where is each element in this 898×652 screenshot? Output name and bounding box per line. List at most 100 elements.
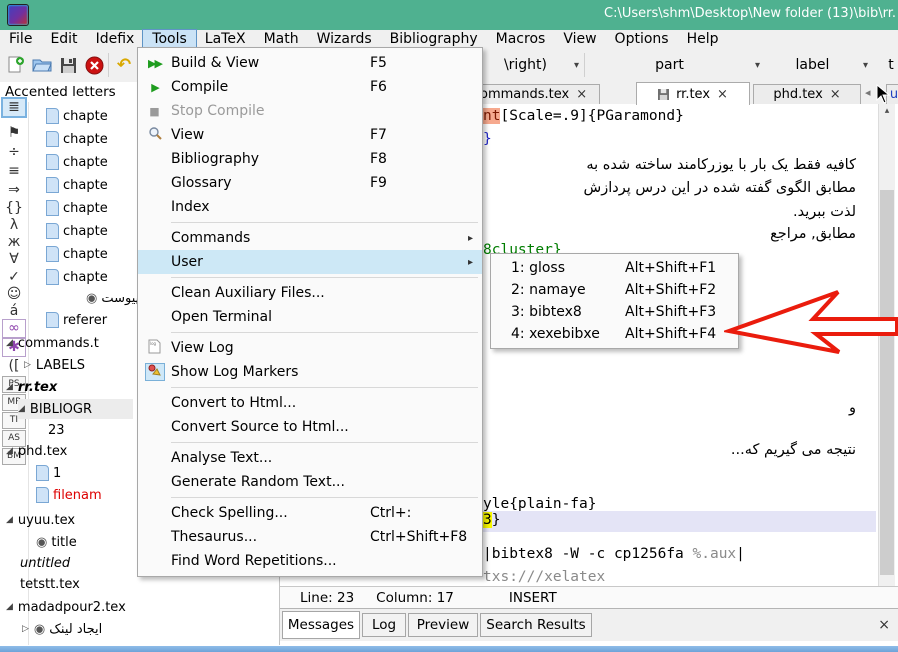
expander-open-icon[interactable]: ◢: [6, 382, 13, 392]
menu-macros[interactable]: Macros: [487, 30, 555, 48]
menu-item-analyse-text[interactable]: Analyse Text...: [138, 446, 482, 470]
tab-close-icon[interactable]: ×: [830, 87, 841, 102]
expander-closed-icon[interactable]: ▷: [22, 624, 29, 634]
menu-latex[interactable]: LaTeX: [196, 30, 255, 48]
menu-wizards[interactable]: Wizards: [308, 30, 381, 48]
tree-item-partial[interactable]: ◉: [36, 641, 51, 645]
menu-edit[interactable]: Edit: [41, 30, 86, 48]
tree-item-create-link[interactable]: ▷◉ایجاد لینک: [22, 619, 102, 639]
tree-item-title[interactable]: ◉title: [36, 532, 77, 552]
right-delimiter-dropdown[interactable]: \right)▾: [483, 53, 579, 77]
expander-open-icon[interactable]: ◢: [18, 404, 25, 414]
menu-item-build-view[interactable]: ▶▶Build & ViewF5: [138, 51, 482, 75]
expander-open-icon[interactable]: ◢: [6, 446, 13, 456]
tree-item-bibliography[interactable]: ◢BIBLIOGR: [18, 399, 133, 419]
menu-item-show-log-markers[interactable]: Show Log Markers: [138, 360, 482, 384]
tree-item-filename[interactable]: filenam: [36, 485, 102, 505]
menu-view[interactable]: View: [554, 30, 605, 48]
expander-open-icon[interactable]: ◢: [6, 602, 13, 612]
submenu-item-gloss[interactable]: 1: glossAlt+Shift+F1: [491, 257, 738, 279]
undo-button[interactable]: ↶: [112, 53, 136, 77]
menu-item-convert-to-html[interactable]: Convert to Html...: [138, 391, 482, 415]
tree-item-commands-tex[interactable]: ◢commands.t: [6, 333, 99, 353]
submenu-item-xexebibxe[interactable]: 4: xexebibxeAlt+Shift+F4: [491, 323, 738, 345]
tree-item-chapter[interactable]: chapte: [46, 152, 108, 172]
new-file-button[interactable]: [4, 53, 28, 77]
tab-rr-tex[interactable]: rr.tex×: [636, 82, 750, 105]
misc-symbols-icon[interactable]: ☺: [3, 286, 25, 303]
close-file-button[interactable]: [82, 53, 106, 77]
tab-scroll-left-icon[interactable]: ◂: [865, 86, 871, 99]
menu-item-convert-source-to-html[interactable]: Convert Source to Html...: [138, 415, 482, 439]
tree-item-chapter[interactable]: chapte: [46, 267, 108, 287]
tree-item-references[interactable]: referer: [46, 310, 107, 330]
truncated-dropdown[interactable]: t: [884, 53, 898, 77]
menu-item-thesaurus[interactable]: Thesaurus...Ctrl+Shift+F8: [138, 525, 482, 549]
tree-item-uyuu-tex[interactable]: ◢uyuu.tex: [6, 510, 75, 530]
accented-letters-icon[interactable]: á: [3, 303, 25, 320]
tree-item-chapter[interactable]: chapte: [46, 106, 108, 126]
delimiters-icon[interactable]: ([: [3, 358, 25, 375]
menu-tools[interactable]: Tools: [143, 30, 196, 48]
menu-item-user[interactable]: User▸: [138, 250, 482, 274]
cyrillic-icon[interactable]: ж: [3, 234, 25, 251]
tree-item-chapter[interactable]: chapte: [46, 244, 108, 264]
tab-search-results[interactable]: Search Results: [480, 613, 592, 637]
submenu-item-namaye[interactable]: 2: namayeAlt+Shift+F2: [491, 279, 738, 301]
menu-item-generate-random-text[interactable]: Generate Random Text...: [138, 470, 482, 494]
menu-item-view[interactable]: ViewF7: [138, 123, 482, 147]
tree-item-phd-tex[interactable]: ◢phd.tex: [6, 441, 67, 461]
arrows-icon[interactable]: ⇒: [3, 182, 25, 199]
tree-item-chapter[interactable]: chapte: [46, 175, 108, 195]
tab-phd-tex[interactable]: phd.tex×: [753, 84, 861, 104]
expander-closed-icon[interactable]: ▷: [24, 360, 31, 370]
menu-item-check-spelling[interactable]: Check Spelling...Ctrl+:: [138, 501, 482, 525]
menu-help[interactable]: Help: [678, 30, 728, 48]
menu-item-view-log[interactable]: logView Log: [138, 336, 482, 360]
menu-file[interactable]: File: [0, 30, 41, 48]
scrollbar-thumb[interactable]: [880, 190, 894, 575]
menu-item-bibliography[interactable]: BibliographyF8: [138, 147, 482, 171]
save-button[interactable]: [56, 53, 80, 77]
tab-close-icon[interactable]: ×: [576, 87, 587, 102]
panel-close-icon[interactable]: ×: [878, 617, 890, 633]
menu-item-open-terminal[interactable]: Open Terminal: [138, 305, 482, 329]
menu-item-clean-auxiliary-files[interactable]: Clean Auxiliary Files...: [138, 281, 482, 305]
tab-close-icon[interactable]: ×: [717, 87, 728, 102]
tab-log[interactable]: Log: [362, 613, 406, 637]
bookmark-icon[interactable]: ⚑: [3, 125, 25, 142]
structure-icon[interactable]: ≣: [3, 99, 25, 116]
menu-math[interactable]: Math: [255, 30, 308, 48]
menu-item-compile[interactable]: ▶CompileF6: [138, 75, 482, 99]
tab-messages[interactable]: Messages: [282, 611, 360, 639]
greek-icon[interactable]: λ: [3, 217, 25, 234]
expander-open-icon[interactable]: ◢: [6, 515, 13, 525]
tree-item-appendix[interactable]: ◉پیوست: [86, 288, 139, 308]
tree-item-chapter[interactable]: chapte: [46, 221, 108, 241]
menu-item-find-word-repetitions[interactable]: Find Word Repetitions...: [138, 549, 482, 573]
check-icon[interactable]: ✓: [3, 269, 25, 286]
menu-idefix[interactable]: Idefix: [87, 30, 144, 48]
tree-item-chapter[interactable]: chapte: [46, 198, 108, 218]
relations-icon[interactable]: ≡: [3, 163, 25, 180]
logic-icon[interactable]: ∀: [3, 251, 25, 268]
math-operators-icon[interactable]: ÷: [3, 144, 25, 161]
menu-item-index[interactable]: Index: [138, 195, 482, 219]
scroll-up-icon[interactable]: ▴: [879, 104, 895, 119]
menu-item-commands[interactable]: Commands▸: [138, 226, 482, 250]
tab-preview[interactable]: Preview: [408, 613, 478, 637]
tree-item-rr-tex[interactable]: ◢rr.tex: [6, 377, 57, 397]
tree-item-chapter[interactable]: chapte: [46, 129, 108, 149]
tree-item-madadpour2-tex[interactable]: ◢madadpour2.tex: [6, 597, 126, 617]
label-dropdown[interactable]: label▾: [768, 53, 868, 77]
tree-item-labels[interactable]: ▷LABELS: [24, 355, 85, 375]
braces-icon[interactable]: {}: [3, 200, 25, 217]
menu-item-glossary[interactable]: GlossaryF9: [138, 171, 482, 195]
titlebar[interactable]: C:\Users\shm\Desktop\New folder (13)\bib…: [0, 0, 898, 30]
tree-item-tetstt-tex[interactable]: tetstt.tex: [20, 574, 80, 594]
submenu-item-bibtex8[interactable]: 3: bibtex8Alt+Shift+F3: [491, 301, 738, 323]
open-file-button[interactable]: [30, 53, 54, 77]
tree-item-untitled[interactable]: untitled: [20, 553, 70, 573]
menu-options[interactable]: Options: [606, 30, 678, 48]
tree-item-1[interactable]: 1: [36, 463, 61, 483]
